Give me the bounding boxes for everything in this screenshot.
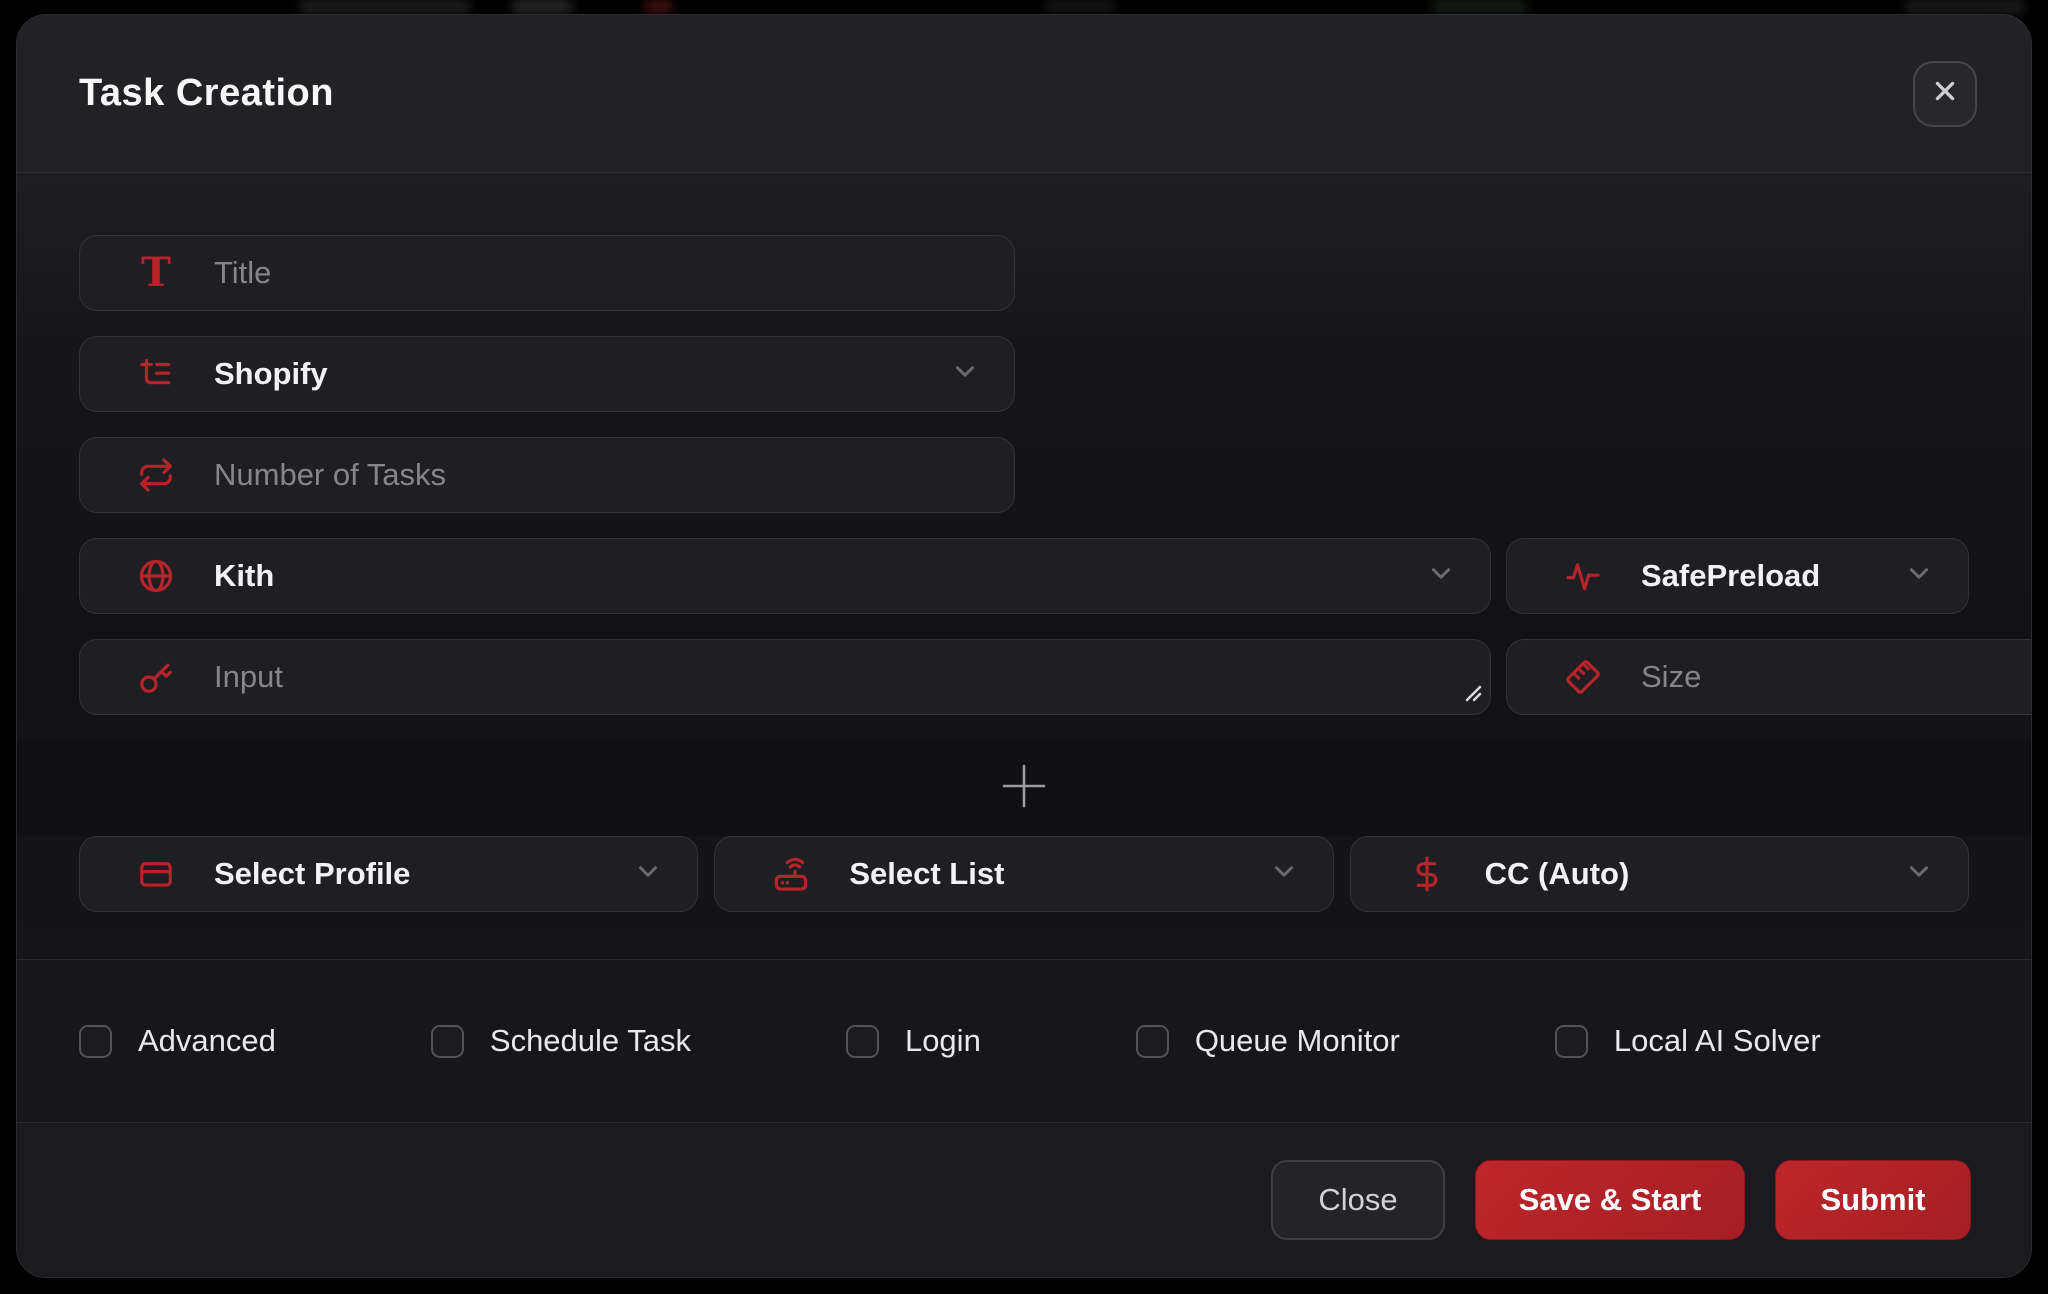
platform-value: Shopify xyxy=(214,356,328,392)
title-field[interactable]: T xyxy=(79,235,1015,311)
modal-footer: Close Save & Start Submit xyxy=(17,1122,2031,1277)
checkbox-label: Login xyxy=(905,1023,981,1059)
profile-value: Select Profile xyxy=(214,856,410,892)
background-blob xyxy=(1045,0,1115,14)
mode-value: SafePreload xyxy=(1641,558,1820,594)
repeat-icon xyxy=(136,455,176,495)
background-blob xyxy=(512,0,572,14)
modal-header: Task Creation xyxy=(17,15,2031,173)
proxy-list-select[interactable]: Select List xyxy=(714,836,1333,912)
checkbox-queue-monitor[interactable]: Queue Monitor xyxy=(1136,1023,1400,1059)
checkbox-label: Advanced xyxy=(138,1023,276,1059)
mode-select[interactable]: SafePreload xyxy=(1506,538,1969,614)
checkbox-advanced[interactable]: Advanced xyxy=(79,1023,276,1059)
site-value: Kith xyxy=(214,558,274,594)
number-of-tasks-input[interactable] xyxy=(214,457,914,493)
chevron-down-icon xyxy=(1269,857,1299,892)
profile-select[interactable]: Select Profile xyxy=(79,836,698,912)
input-input[interactable] xyxy=(214,659,1390,695)
list-tree-icon xyxy=(136,354,176,394)
background-blob xyxy=(1432,0,1527,14)
payment-value: CC (Auto) xyxy=(1485,856,1630,892)
platform-select[interactable]: Shopify xyxy=(79,336,1015,412)
checkbox-box[interactable] xyxy=(1136,1025,1169,1058)
chevron-down-icon xyxy=(1426,559,1456,594)
payment-select[interactable]: CC (Auto) xyxy=(1350,836,1969,912)
dollar-icon xyxy=(1407,854,1447,894)
checkbox-login[interactable]: Login xyxy=(846,1023,981,1059)
chevron-down-icon xyxy=(633,857,663,892)
checkbox-box[interactable] xyxy=(431,1025,464,1058)
credit-card-icon xyxy=(136,854,176,894)
chevron-down-icon xyxy=(1904,857,1934,892)
add-task-group-button[interactable] xyxy=(17,740,2031,836)
site-select[interactable]: Kith xyxy=(79,538,1491,614)
checkbox-box[interactable] xyxy=(79,1025,112,1058)
title-input[interactable] xyxy=(214,255,914,291)
task-creation-modal: Task Creation T xyxy=(16,14,2032,1278)
background-blob xyxy=(645,0,673,14)
number-of-tasks-field[interactable] xyxy=(79,437,1015,513)
plus-icon xyxy=(1000,762,1048,815)
background-blob xyxy=(300,0,470,14)
background-blob xyxy=(1905,0,2025,14)
size-field[interactable] xyxy=(1506,639,2032,715)
close-modal-button[interactable] xyxy=(1913,61,1977,127)
close-icon xyxy=(1932,78,1958,109)
checkbox-label: Queue Monitor xyxy=(1195,1023,1400,1059)
chevron-down-icon xyxy=(1904,559,1934,594)
checkbox-label: Local AI Solver xyxy=(1614,1023,1821,1059)
checkbox-box[interactable] xyxy=(1555,1025,1588,1058)
checkbox-label: Schedule Task xyxy=(490,1023,691,1059)
text-icon: T xyxy=(136,253,176,293)
key-icon xyxy=(136,657,176,697)
router-icon xyxy=(771,854,811,894)
resize-handle[interactable] xyxy=(1463,683,1483,708)
proxy-list-value: Select List xyxy=(849,856,1004,892)
ruler-icon xyxy=(1563,657,1603,697)
options-section: Advanced Schedule Task Login Queue Monit… xyxy=(17,959,2031,1122)
chevron-down-icon xyxy=(950,357,980,392)
input-field[interactable] xyxy=(79,639,1491,715)
close-button[interactable]: Close xyxy=(1271,1160,1445,1240)
page-title: Task Creation xyxy=(79,72,334,115)
size-input[interactable] xyxy=(1641,659,2032,695)
checkbox-box[interactable] xyxy=(846,1025,879,1058)
submit-button[interactable]: Submit xyxy=(1775,1160,1971,1240)
save-and-start-button[interactable]: Save & Start xyxy=(1475,1160,1745,1240)
checkbox-local-ai-solver[interactable]: Local AI Solver xyxy=(1555,1023,1821,1059)
globe-icon xyxy=(136,556,176,596)
activity-icon xyxy=(1563,556,1603,596)
checkbox-schedule-task[interactable]: Schedule Task xyxy=(431,1023,691,1059)
modal-body: T Shopify xyxy=(17,173,2031,959)
